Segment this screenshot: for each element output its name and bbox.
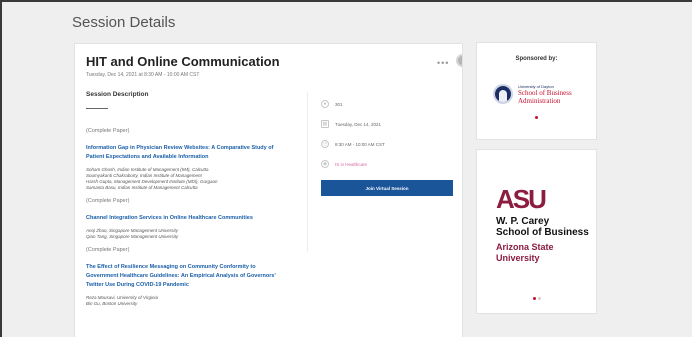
info-row-date: ▦ Tuesday, Dec 14, 2021 [321,114,451,134]
description-divider [86,108,108,109]
carousel-dot[interactable] [532,297,536,300]
author: Samanta Basu, Indian Institute of Manage… [86,185,198,190]
calendar-icon: ▦ [321,120,329,128]
paper-title-link[interactable]: The Effect of Resilience Messaging on Co… [86,263,301,290]
author: Bin Gu, Boston University [86,301,138,306]
dayton-logo[interactable]: University of Dayton School of Business … [493,84,572,105]
dayton-line1: School of Business [518,89,572,97]
session-info: ● 301 ▦ Tuesday, Dec 14, 2021 ◷ 8:30 AM … [321,94,453,196]
sponsor-carousel-dots [477,116,596,119]
paper-authors: Reza Mousavi, University of Virginia Bin… [86,295,301,307]
date-text: Tuesday, Dec 14, 2021 [335,121,382,127]
more-horizontal-icon[interactable]: ••• [437,58,449,68]
paper-title-link[interactable]: Information Gap in Physician Review Webs… [86,144,301,162]
paper-item: (Complete Paper) Channel Integration Ser… [86,198,301,240]
paper-item: (Complete Paper) Information Gap in Phys… [86,128,301,191]
room-text: 301 [335,101,343,107]
info-divider [307,92,308,252]
asu-line2: School of Business [496,227,589,238]
paper-type: (Complete Paper) [86,247,130,253]
asu-line4: University [496,253,540,263]
avatar[interactable] [456,54,462,67]
paper-item: (Complete Paper) The Effect of Resilienc… [86,247,301,307]
asu-carousel-dots [477,297,596,300]
asu-sponsor-card[interactable]: ASU W. P. Carey School of Business Arizo… [476,149,597,314]
info-row-room: ● 301 [321,94,451,114]
info-row-time: ◷ 8:30 AM - 10:00 AM CST [321,134,451,154]
asu-line3: Arizona State [496,242,554,252]
author: Qian Tang, Singapore Management Universi… [86,234,179,239]
description-heading: Session Description [86,91,149,98]
paper-type: (Complete Paper) [86,128,130,134]
session-datetime: Tuesday, Dec 14, 2021 at 8:30 AM - 10:00… [86,72,200,78]
info-row-track: ◆ IS in Healthcare [321,154,451,174]
paper-list: (Complete Paper) Information Gap in Phys… [86,128,301,314]
dayton-line2: Administration [518,97,561,105]
tag-icon: ◆ [321,160,329,168]
asu-logo-mark: ASU [496,184,547,214]
paper-authors: Anqi Zhao, Singapore Management Universi… [86,228,301,240]
page-title: Session Details [72,14,176,31]
carousel-dot[interactable] [537,297,541,300]
clock-icon: ◷ [321,140,329,148]
sponsor-card: Sponsored by: University of Dayton Schoo… [476,42,597,140]
dayton-seal-icon [493,84,513,104]
track-link[interactable]: IS in Healthcare [335,162,367,167]
carousel-dot[interactable] [535,116,538,119]
paper-authors: Soham Ghosh, Indian Institute of Managem… [86,167,301,191]
sponsor-heading: Sponsored by: [515,56,558,62]
paper-type: (Complete Paper) [86,198,130,204]
paper-title-link[interactable]: Channel Integration Services in Online H… [86,214,301,223]
location-pin-icon: ● [321,100,329,108]
join-virtual-session-button[interactable]: Join Virtual Session [321,180,453,196]
time-text: 8:30 AM - 10:00 AM CST [335,141,385,147]
session-card: HIT and Online Communication Tuesday, De… [74,43,463,337]
session-title: HIT and Online Communication [86,54,280,69]
asu-line1: W. P. Carey [496,216,550,227]
